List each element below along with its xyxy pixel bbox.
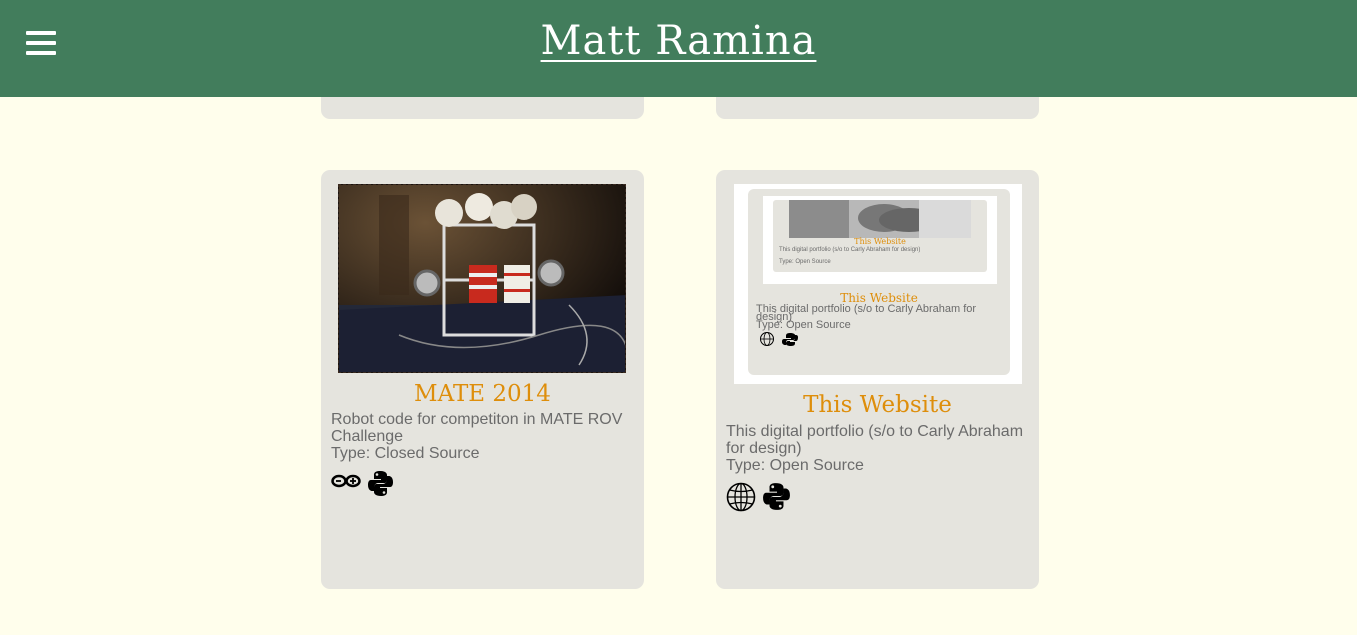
- project-description: Robot code for competiton in MATE ROV Ch…: [331, 411, 623, 445]
- site-title: Matt Ramina: [0, 18, 1357, 64]
- project-image-website[interactable]: This Website This digital portfolio (s/o…: [734, 184, 1022, 384]
- project-card-website[interactable]: This Website This digital portfolio (s/o…: [716, 170, 1039, 589]
- project-description: This digital portfolio (s/o to Carly Abr…: [726, 423, 1024, 457]
- thumbnail-type: Type: Open Source: [756, 319, 851, 331]
- project-tech-icons: [321, 470, 644, 502]
- thumbnail-icons: [760, 332, 798, 346]
- project-title[interactable]: MATE 2014: [321, 381, 644, 407]
- site-title-link[interactable]: Matt Ramina: [541, 18, 817, 64]
- project-title[interactable]: This Website: [716, 392, 1039, 418]
- globe-icon: [726, 482, 756, 517]
- project-image-robot[interactable]: [338, 184, 626, 373]
- python-icon: [367, 470, 394, 502]
- project-tech-icons: [716, 482, 1039, 517]
- project-card-mate[interactable]: MATE 2014 Robot code for competiton in M…: [321, 170, 644, 589]
- python-icon: [762, 482, 791, 517]
- project-type: Type: Closed Source: [331, 445, 480, 462]
- project-type: Type: Open Source: [726, 457, 864, 474]
- site-header: Matt Ramina: [0, 0, 1357, 97]
- arduino-icon: [331, 470, 361, 502]
- thumbnail-inner-description: This digital portfolio (s/o to Carly Abr…: [779, 247, 921, 253]
- thumbnail-inner-type: Type: Open Source: [779, 259, 831, 265]
- thumbnail-inner-title: This Website: [854, 237, 906, 246]
